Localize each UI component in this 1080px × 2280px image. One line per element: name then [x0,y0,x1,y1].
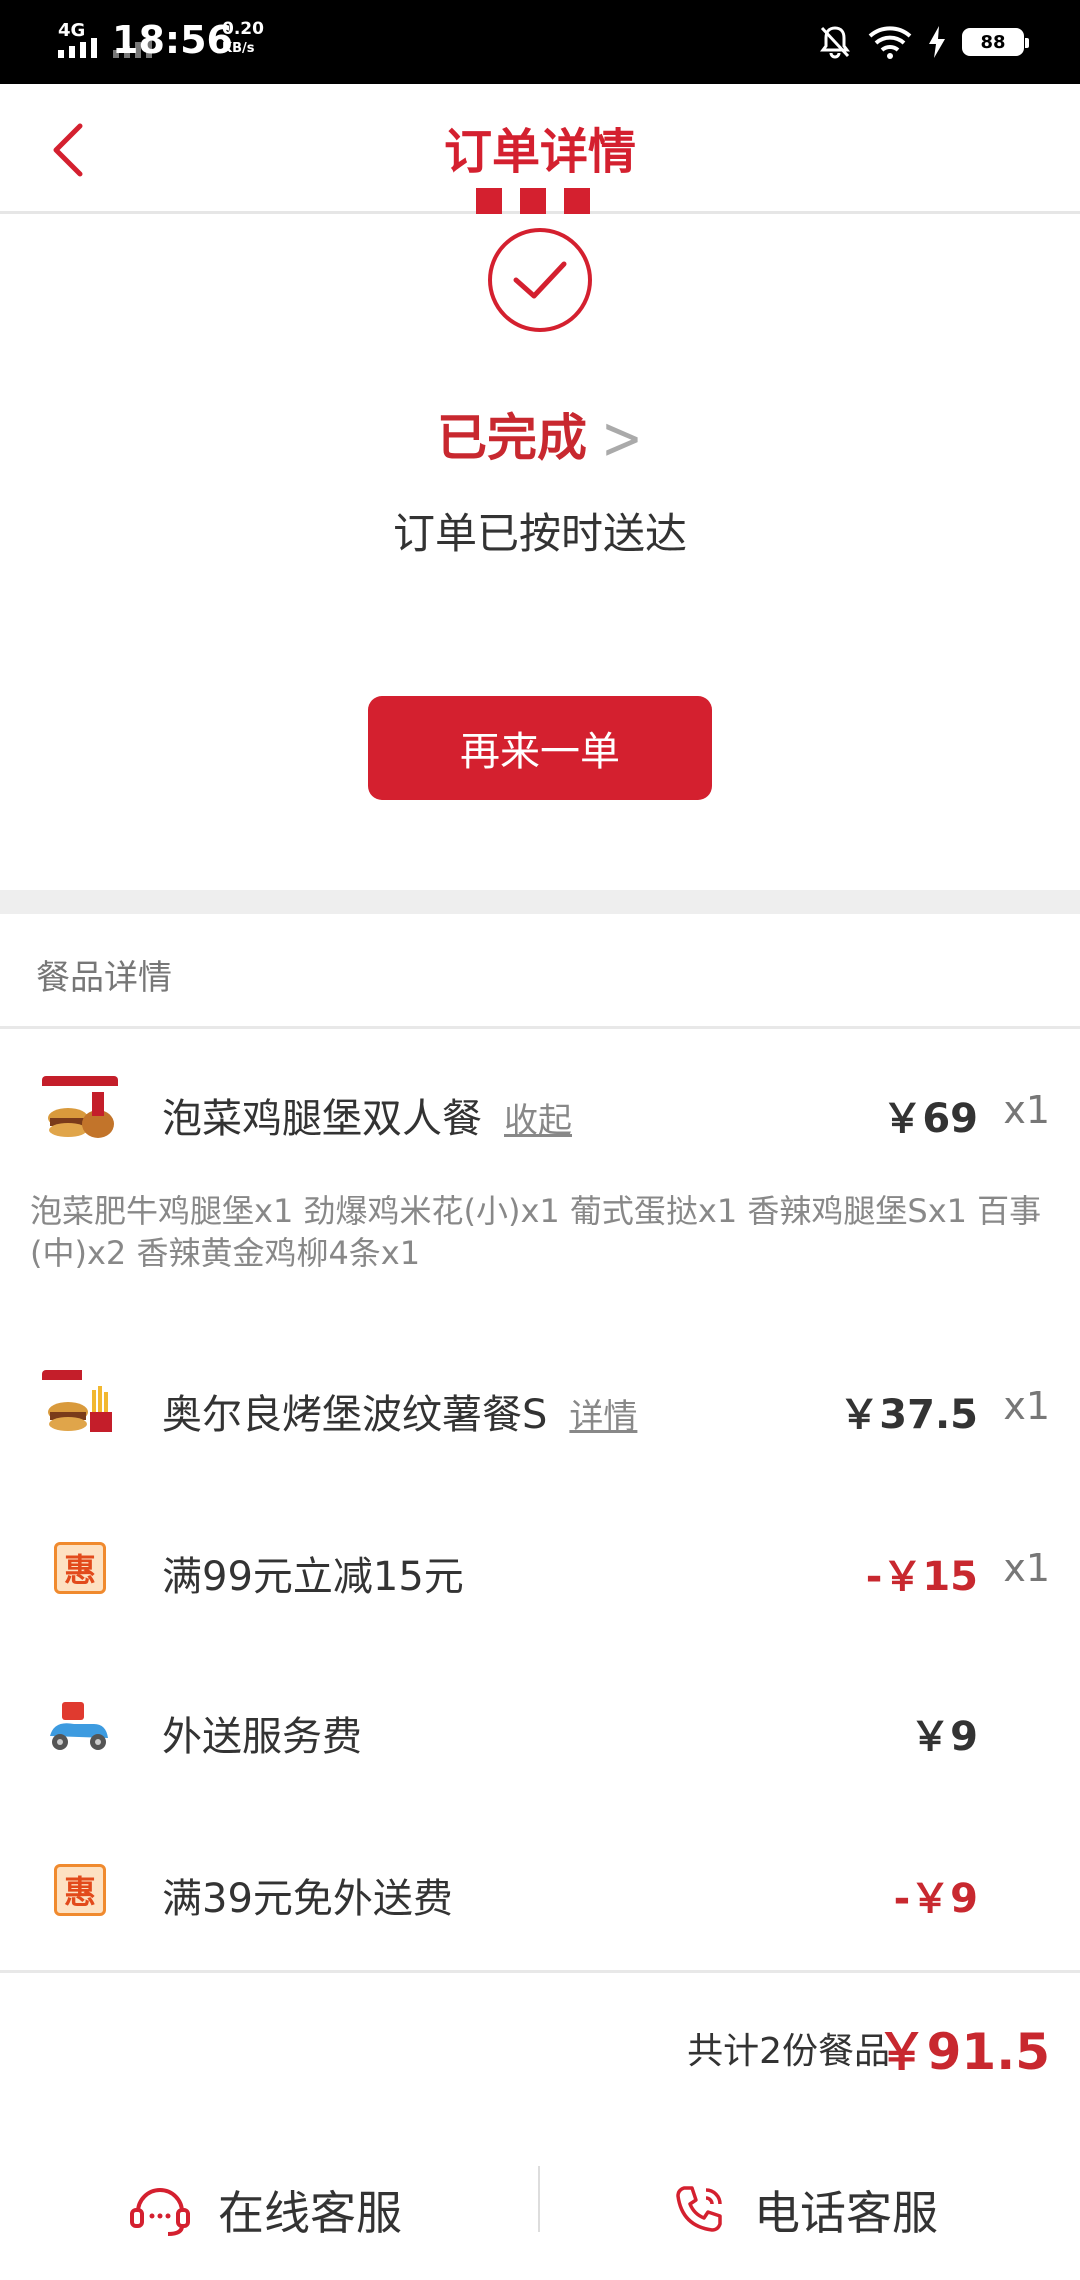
meal-name: 泡菜鸡腿堡双人餐 收起 [162,1086,572,1144]
total-label: 共计2份餐品 [687,2031,890,2072]
phone-service-button[interactable]: 电话客服 [672,2170,938,2250]
meal-name-text: 泡菜鸡腿堡双人餐 [162,1096,482,1142]
charging-icon [929,26,945,58]
mute-bell-icon [820,26,850,59]
battery-level: 88 [980,31,1006,53]
brand-stripe [564,188,590,214]
speed-unit: KB/s [222,41,255,56]
total-value: ￥91.5 [876,2023,1050,2081]
chevron-right-icon: > [601,403,643,473]
battery-icon: 88 [962,28,1029,56]
wifi-icon [868,26,912,59]
delivery-discount-name: 满39元免外送费 [162,1876,453,1922]
discount-badge-icon: 惠 [54,1542,106,1594]
customer-service-bar: 在线客服 电话客服 [0,2130,1080,2280]
delivery-fee-name: 外送服务费 [162,1714,362,1760]
speed-value: 0.20 [222,19,264,39]
order-status-subtitle: 订单已按时送达 [392,509,687,558]
reorder-button[interactable]: 再来一单 [368,696,712,800]
details-link[interactable]: 详情 [569,1397,637,1437]
checkmark-circle-icon [488,228,592,332]
collapse-link[interactable]: 收起 [504,1101,572,1141]
status-right: 88 [818,20,1029,64]
section-title: 餐品详情 [36,958,172,998]
meal-name-text: 奥尔良烤堡波纹薯餐S [162,1392,548,1438]
signal-icon [58,38,97,58]
discount-name: 满99元立减15元 [162,1554,464,1600]
delivery-scooter-icon [50,1702,108,1750]
discount-price: -￥15 [865,1554,978,1600]
delivery-fee-price: ￥9 [910,1714,978,1760]
phone-service-label: 电话客服 [754,2186,938,2240]
app-header: 订单详情 [0,84,1080,214]
meal-qty: x1 [1003,1088,1050,1132]
clock: 18:56 [112,18,233,62]
meal-price: ￥69 [882,1096,978,1142]
meal-thumbnail [42,1076,118,1138]
discount-badge-icon: 惠 [54,1864,106,1916]
headset-icon [130,2188,190,2236]
delivery-discount-price: -￥9 [893,1876,978,1922]
order-status-text: 已完成 [437,409,588,467]
online-service-button[interactable]: 在线客服 [128,2170,402,2250]
section-gap [0,890,1080,914]
divider [0,1970,1080,1973]
online-service-label: 在线客服 [218,2186,402,2240]
status-bar: 4G 18:56 0.20 KB/s 88 [0,0,1080,84]
brand-stripe [520,188,546,214]
brand-stripe [476,188,502,214]
brand-stripes [476,188,590,214]
divider [0,1026,1080,1029]
page-title: 订单详情 [443,124,636,180]
phone-icon [676,2186,722,2232]
footer-divider [538,2166,540,2232]
order-status-title[interactable]: 已完成 > [0,398,1080,473]
network-speed: 0.20 KB/s [222,20,264,58]
meal-qty: x1 [1003,1384,1050,1428]
meal-price: ￥37.5 [839,1392,978,1438]
meal-name: 奥尔良烤堡波纹薯餐S 详情 [162,1382,637,1440]
meal-thumbnail [42,1370,112,1432]
meal-description: 泡菜肥牛鸡腿堡x1 劲爆鸡米花(小)x1 葡式蛋挞x1 香辣鸡腿堡Sx1 百事(… [30,1192,1042,1272]
discount-qty: x1 [1003,1546,1050,1590]
